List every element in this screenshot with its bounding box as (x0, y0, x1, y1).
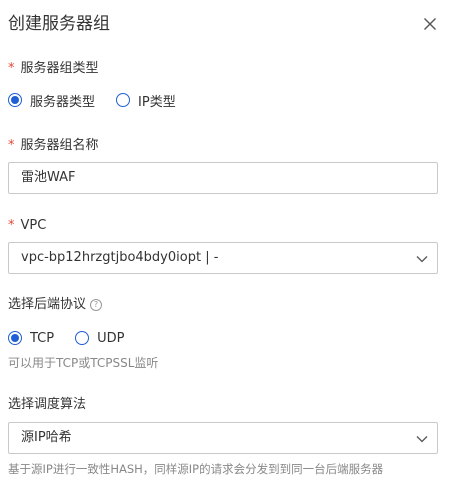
vpc-label: * VPC (8, 217, 46, 235)
group-name-value: 雷池WAF (21, 170, 76, 185)
scheduler-label: 选择调度算法 (8, 396, 86, 414)
create-server-group-dialog: 创建服务器组 * 服务器组类型 服务器类型 IP类型 * 服务器组名称 雷池WAF … (0, 0, 451, 491)
scheduler-hint: 基于源IP进行一致性HASH，同样源IP的请求会分发到到同一台后端服务器 (8, 462, 384, 476)
vpc-selected-value: vpc-bp12hrzgtjbo4bdy0iopt | - (21, 250, 219, 265)
radio-button-checked[interactable] (8, 93, 22, 107)
vpc-select[interactable]: vpc-bp12hrzgtjbo4bdy0iopt | - (8, 242, 438, 274)
group-name-label-text: 服务器组名称 (20, 138, 99, 153)
radio-label-ip-type: IP类型 (138, 94, 176, 110)
chevron-down-icon (416, 256, 428, 263)
group-type-label-text: 服务器组类型 (20, 61, 99, 76)
radio-option-server-type[interactable]: 服务器类型 (8, 91, 95, 110)
protocol-label: 选择后端协议? (8, 296, 103, 314)
scheduler-label-text: 选择调度算法 (8, 397, 87, 412)
scheduler-select[interactable]: 源IP哈希 (8, 422, 438, 454)
radio-option-tcp[interactable]: TCP (8, 331, 54, 346)
group-type-label: * 服务器组类型 (8, 60, 99, 78)
protocol-radio-group: TCP UDP (8, 328, 145, 348)
protocol-hint: 可以用于TCP或TCPSSL监听 (8, 356, 159, 370)
protocol-label-text: 选择后端协议 (8, 297, 87, 312)
radio-button-unchecked[interactable] (75, 331, 90, 345)
group-name-label: * 服务器组名称 (8, 137, 99, 155)
radio-option-ip-type[interactable]: IP类型 (116, 91, 176, 110)
radio-button-checked[interactable] (8, 331, 22, 345)
radio-button-unchecked[interactable] (116, 93, 131, 107)
vpc-label-text: VPC (20, 218, 47, 233)
group-type-radio-group: 服务器类型 IP类型 (8, 90, 197, 110)
radio-label-udp: UDP (97, 330, 125, 346)
dialog-title: 创建服务器组 (8, 14, 110, 34)
radio-label-tcp: TCP (30, 330, 55, 346)
chevron-down-icon (416, 436, 428, 443)
close-icon[interactable] (420, 14, 440, 34)
help-icon[interactable]: ? (90, 299, 103, 311)
required-mark: * (8, 61, 15, 76)
radio-label-server-type: 服务器类型 (30, 94, 96, 110)
scheduler-selected-value: 源IP哈希 (21, 430, 72, 445)
group-name-input[interactable]: 雷池WAF (8, 162, 438, 194)
required-mark: * (8, 138, 15, 153)
required-mark: * (8, 218, 15, 233)
radio-option-udp[interactable]: UDP (75, 331, 124, 346)
